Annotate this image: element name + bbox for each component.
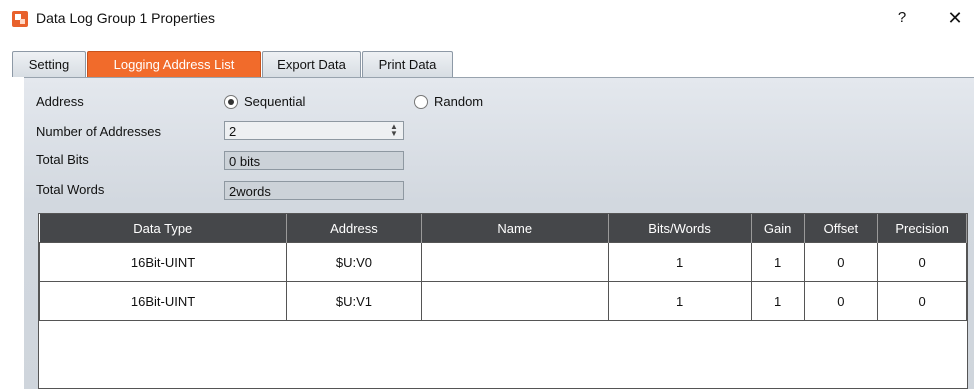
cell-precision[interactable]: 0 [877, 242, 967, 282]
tab-setting[interactable]: Setting [12, 51, 86, 77]
column-header-gain[interactable]: Gain [751, 214, 805, 243]
total-words-field: 2words [224, 181, 404, 200]
number-of-addresses-label: Number of Addresses [36, 124, 162, 139]
help-button[interactable]: ? [892, 8, 912, 28]
random-radio[interactable] [414, 95, 428, 109]
logging-address-table: Data Type Address Name Bits/Words Gain O… [38, 213, 968, 389]
tab-export-data[interactable]: Export Data [262, 51, 361, 77]
number-of-addresses-value: 2 [229, 124, 237, 139]
total-bits-field: 0 bits [224, 151, 404, 170]
tab-content-panel: Address Sequential Random Number of Addr… [24, 77, 974, 389]
cell-bits-words[interactable]: 1 [607, 281, 752, 321]
column-header-address[interactable]: Address [286, 214, 422, 243]
column-header-offset[interactable]: Offset [804, 214, 879, 243]
cell-gain[interactable]: 1 [750, 242, 805, 282]
cell-data-type[interactable]: 16Bit-UINT [38, 242, 288, 282]
cell-gain[interactable]: 1 [750, 281, 805, 321]
sequential-radio[interactable] [224, 95, 238, 109]
tab-print-data[interactable]: Print Data [362, 51, 453, 77]
spin-arrows-icon[interactable]: ▲ ▼ [389, 123, 399, 138]
cell-bits-words[interactable]: 1 [607, 242, 752, 282]
cell-name[interactable] [420, 281, 609, 321]
column-header-name[interactable]: Name [421, 214, 609, 243]
cell-offset[interactable]: 0 [803, 242, 879, 282]
total-bits-label: Total Bits [36, 152, 89, 167]
column-header-data-type[interactable]: Data Type [39, 214, 288, 243]
number-of-addresses-stepper[interactable]: 2 ▲ ▼ [224, 121, 404, 140]
cell-address[interactable]: $U:V0 [286, 242, 422, 282]
total-words-label: Total Words [36, 182, 105, 197]
sequential-radio-label[interactable]: Sequential [244, 94, 305, 109]
table-header-row: Data Type Address Name Bits/Words Gain O… [39, 214, 967, 243]
close-button[interactable]: ✕ [944, 7, 966, 29]
title-bar: Data Log Group 1 Properties ? ✕ [0, 0, 974, 38]
app-icon [12, 11, 28, 27]
table-row[interactable]: 16Bit-UINT $U:V0 1 1 0 0 [38, 242, 967, 282]
cell-address[interactable]: $U:V1 [286, 281, 422, 321]
cell-offset[interactable]: 0 [803, 281, 879, 321]
cell-precision[interactable]: 0 [877, 281, 967, 321]
tab-logging-address-list[interactable]: Logging Address List [87, 51, 261, 77]
address-label: Address [36, 94, 84, 109]
window-title: Data Log Group 1 Properties [36, 10, 215, 26]
table-row[interactable]: 16Bit-UINT $U:V1 1 1 0 0 [38, 281, 967, 321]
cell-name[interactable] [420, 242, 609, 282]
column-header-precision[interactable]: Precision [877, 214, 967, 243]
random-radio-label[interactable]: Random [434, 94, 483, 109]
cell-data-type[interactable]: 16Bit-UINT [38, 281, 288, 321]
tab-strip: Setting Logging Address List Export Data… [12, 51, 974, 77]
column-header-bits-words[interactable]: Bits/Words [608, 214, 752, 243]
